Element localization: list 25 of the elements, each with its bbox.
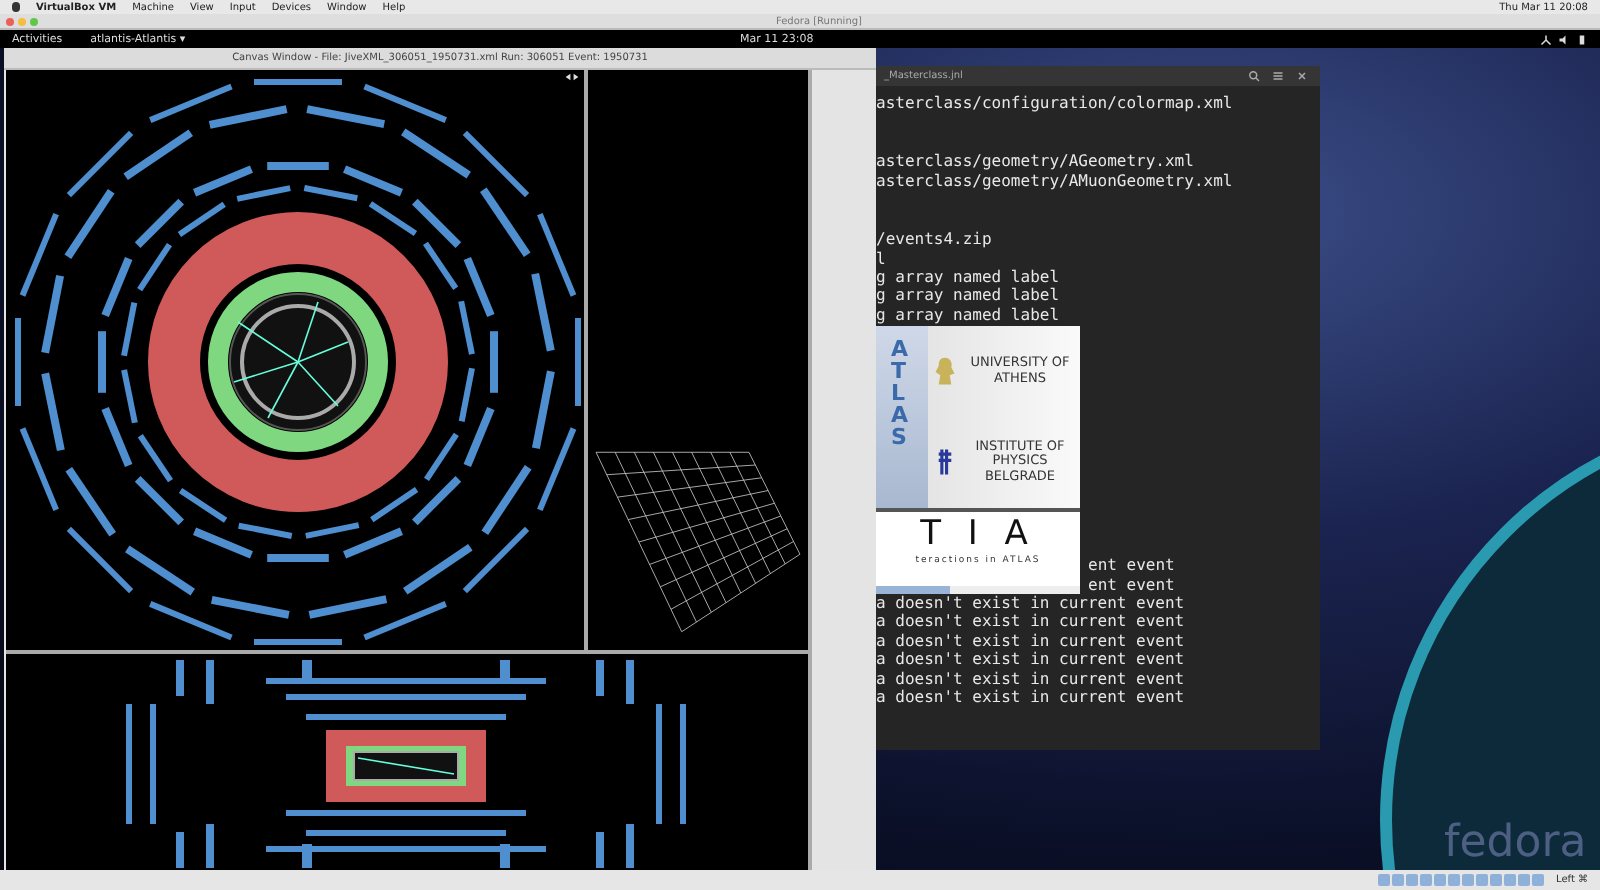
terminal-line: g array named label [876, 305, 1062, 325]
terminal-line: a doesn't exist in current event [876, 631, 1187, 651]
terminal-line: asterclass/geometry/AMuonGeometry.xml [876, 171, 1235, 191]
network-icon[interactable] [1540, 33, 1552, 45]
terminal-line: g array named label [876, 268, 1062, 287]
search-icon[interactable] [1248, 70, 1260, 82]
terminal-line: /events4.zip [876, 230, 994, 250]
terminal-line: a doesn't exist in current event [876, 650, 1187, 670]
terminal-line: a doesn't exist in current event [876, 594, 1187, 613]
terminal-line: a doesn't exist in current event [876, 669, 1187, 689]
product-name: T I A [920, 512, 1036, 555]
terminal-line: a doesn't exist in current event [876, 612, 1187, 632]
terminal-line: g array named label [876, 286, 1062, 306]
terminal-line: asterclass/geometry/AGeometry.xml [876, 152, 1196, 172]
vertical-logo-text: ATLAS [891, 334, 911, 454]
terminal-line: asterclass/configuration/colormap.xml [876, 94, 1235, 113]
terminal-line: ent event [1088, 575, 1177, 595]
apple-icon[interactable] [12, 2, 20, 12]
wallpaper-logo: fedora [1444, 818, 1587, 868]
terminal-line: ent event [1088, 556, 1177, 576]
menu-icon[interactable] [1272, 70, 1284, 82]
battery-icon[interactable] [1576, 33, 1588, 45]
close-icon[interactable] [1296, 70, 1308, 82]
terminal-line: l [876, 249, 888, 269]
terminal-line: a doesn't exist in current event [876, 688, 1187, 707]
